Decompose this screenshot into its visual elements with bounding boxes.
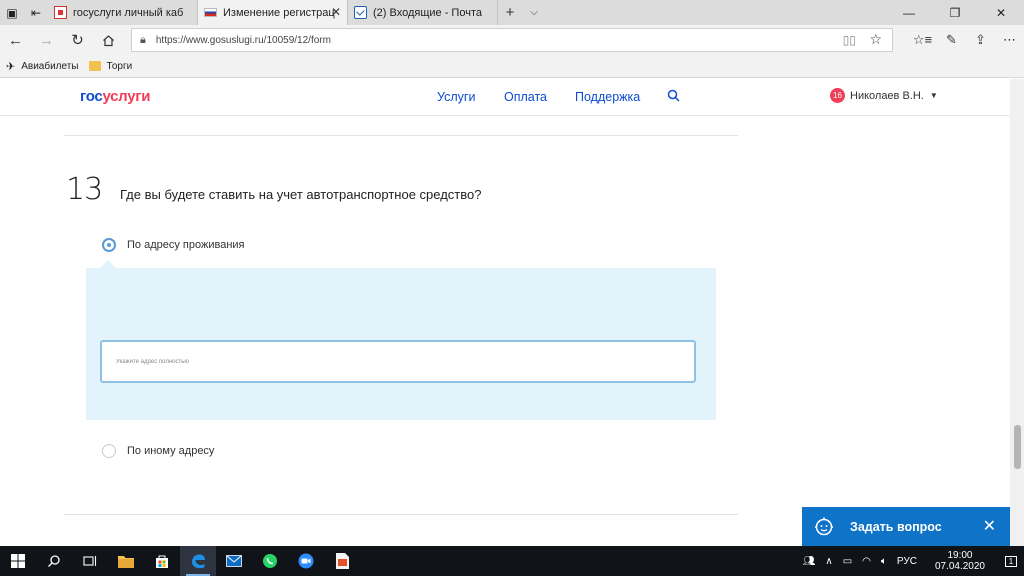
- web-page: госуслуги Услуги Оплата Поддержка 16 Ник…: [0, 79, 1024, 546]
- russia-flag-favicon-icon: [204, 8, 217, 17]
- caret-down-icon[interactable]: ▼: [930, 91, 938, 100]
- clock-date: 07.04.2020: [934, 561, 985, 572]
- page-scrollbar[interactable]: [1010, 79, 1024, 546]
- close-tab-icon[interactable]: ✕: [331, 5, 341, 19]
- gosuslugi-logo[interactable]: госуслуги: [80, 88, 150, 105]
- logo-part-gos: гос: [80, 88, 103, 105]
- show-hidden-icons-chevron-up-icon[interactable]: ∧: [825, 556, 832, 567]
- back-arrow-icon[interactable]: ←: [0, 25, 31, 55]
- clock[interactable]: 19:00 07.04.2020: [930, 550, 990, 572]
- wifi-icon[interactable]: ◠: [862, 556, 871, 567]
- radio-label-residence[interactable]: По адресу проживания: [127, 239, 245, 251]
- lock-icon: 🔒︎: [140, 33, 146, 46]
- action-center-count: 1: [1004, 555, 1018, 567]
- site-header: госуслуги Услуги Оплата Поддержка 16 Ник…: [0, 79, 1010, 116]
- forward-arrow-icon[interactable]: →: [31, 25, 62, 55]
- restore-icon[interactable]: ❐: [932, 0, 978, 25]
- mail-app-icon[interactable]: [216, 546, 252, 576]
- favorite-torgi[interactable]: Торги: [88, 60, 133, 72]
- ask-question-label: Задать вопрос: [850, 520, 942, 534]
- panel-pointer: [100, 260, 116, 268]
- home-icon[interactable]: [93, 25, 124, 55]
- system-tray: 👥︎ ∧ ▭ ◠ 🔈︎ РУС 19:00 07.04.2020 1: [798, 546, 1024, 576]
- divider: [64, 514, 738, 515]
- radio-other-address[interactable]: [102, 444, 116, 458]
- browser-tab-registration[interactable]: Изменение регистраци ✕: [198, 0, 348, 25]
- reading-view-icon[interactable]: ▯▯: [843, 33, 856, 47]
- tab-title: госуслуги личный каб — Я: [73, 6, 185, 19]
- windows-start-icon[interactable]: [0, 546, 36, 576]
- search-icon[interactable]: [667, 89, 680, 102]
- tab-title: (2) Входящие - Почта Mail.: [373, 6, 485, 19]
- browser-address-bar: ← → ↻ 🔒︎ https://www.gosuslugi.ru/10059/…: [0, 25, 1024, 55]
- window-controls: — ❐ ✕: [886, 0, 1024, 25]
- new-tab-icon[interactable]: +: [498, 0, 522, 25]
- edge-browser-icon[interactable]: [180, 546, 216, 576]
- search-icon[interactable]: [36, 546, 72, 576]
- action-center-icon[interactable]: 1: [998, 555, 1024, 567]
- url-text: https://www.gosuslugi.ru/10059/12/form: [155, 34, 331, 46]
- gosuslugi-favicon-icon: [54, 6, 67, 19]
- minimize-icon[interactable]: —: [886, 0, 932, 25]
- favorite-label: Авиабилеты: [21, 60, 79, 72]
- file-explorer-icon[interactable]: [108, 546, 144, 576]
- input-language[interactable]: РУС: [897, 556, 917, 567]
- network-icon[interactable]: ▭: [843, 556, 852, 567]
- scrollbar-thumb[interactable]: [1014, 425, 1021, 469]
- divider: [64, 135, 738, 136]
- notification-count-badge[interactable]: 16: [830, 88, 845, 103]
- volume-icon[interactable]: 🔈︎: [881, 556, 887, 567]
- refresh-icon[interactable]: ↻: [62, 25, 93, 55]
- favorite-label: Торги: [106, 60, 133, 72]
- store-icon[interactable]: [144, 546, 180, 576]
- tab-title: Изменение регистраци: [223, 6, 335, 19]
- address-panel: [86, 268, 716, 420]
- close-icon[interactable]: ✕: [983, 519, 996, 535]
- zoom-icon[interactable]: [288, 546, 324, 576]
- browser-tab-mail[interactable]: (2) Входящие - Почта Mail.: [348, 0, 498, 25]
- tab-actions-icon[interactable]: ▣: [0, 0, 24, 25]
- ask-question-widget[interactable]: Задать вопрос ✕: [802, 507, 1010, 546]
- folder-icon: [88, 61, 101, 71]
- clock-time: 19:00: [947, 550, 973, 561]
- question-number: 13: [66, 172, 103, 207]
- url-field[interactable]: 🔒︎ https://www.gosuslugi.ru/10059/12/for…: [131, 28, 893, 52]
- radio-label-other[interactable]: По иному адресу: [127, 445, 214, 457]
- whatsapp-icon[interactable]: [252, 546, 288, 576]
- tab-preview-chevron-down-icon[interactable]: ⌵: [522, 0, 546, 25]
- nav-link-oplata[interactable]: Оплата: [504, 90, 547, 104]
- browser-tab-bar: ▣ ⇤ госуслуги личный каб — Я Изменение р…: [0, 0, 1024, 25]
- browser-tab-gosuslugi[interactable]: госуслуги личный каб — Я: [48, 0, 198, 25]
- nav-link-podderzhka[interactable]: Поддержка: [575, 90, 640, 104]
- close-window-icon[interactable]: ✕: [978, 0, 1024, 25]
- more-menu-icon[interactable]: ⋯: [995, 25, 1024, 55]
- share-icon[interactable]: ⇪: [966, 25, 995, 55]
- notes-pen-icon[interactable]: ✎: [937, 25, 966, 55]
- task-view-icon[interactable]: [72, 546, 108, 576]
- favorite-star-icon[interactable]: ☆: [869, 31, 882, 48]
- chat-bot-icon: [815, 517, 833, 536]
- question-title: Где вы будете ставить на учет автотрансп…: [120, 187, 482, 202]
- people-icon[interactable]: 👥︎: [803, 556, 816, 567]
- windows-taskbar: 👥︎ ∧ ▭ ◠ 🔈︎ РУС 19:00 07.04.2020 1: [0, 546, 1024, 576]
- nav-link-uslugi[interactable]: Услуги: [437, 90, 475, 104]
- logo-part-uslugi: услуги: [102, 88, 151, 105]
- favorites-bar: ✈ Авиабилеты Торги: [0, 55, 1024, 78]
- set-aside-tabs-icon[interactable]: ⇤: [24, 0, 48, 25]
- favorite-aviabilety[interactable]: ✈ Авиабилеты: [6, 60, 79, 73]
- user-menu[interactable]: 16 Николаев В.Н. ▼: [830, 88, 938, 103]
- full-address-input[interactable]: [100, 340, 696, 383]
- favorites-hub-icon[interactable]: ☆≡: [908, 25, 937, 55]
- user-name: Николаев В.Н.: [850, 89, 924, 102]
- browser-toolbar-right: ☆≡ ✎ ⇪ ⋯: [908, 25, 1024, 55]
- mail-favicon-icon: [354, 6, 367, 19]
- radio-residence-address[interactable]: [102, 238, 116, 252]
- document-app-icon[interactable]: [324, 546, 360, 576]
- plane-icon: ✈: [6, 60, 16, 73]
